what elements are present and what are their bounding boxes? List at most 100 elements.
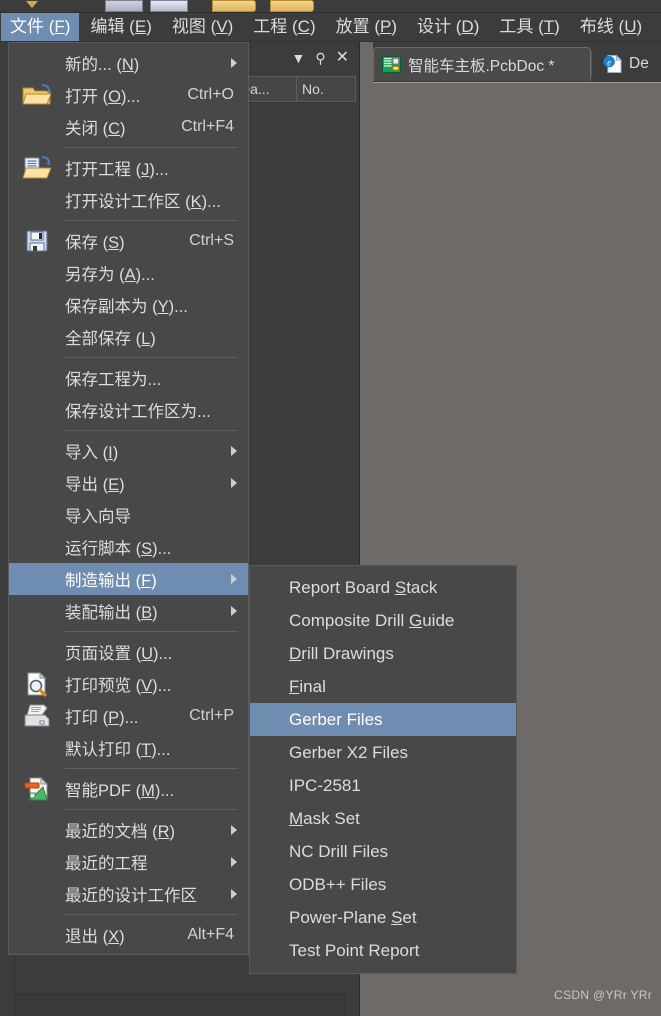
document-tab-pcb[interactable]: 智能车主板.PcbDoc *	[373, 47, 591, 81]
panel-footer	[14, 994, 346, 1016]
file-menu-item[interactable]: 最近的设计工作区	[9, 878, 248, 910]
file-menu-item[interactable]: 打开设计工作区 (K)...	[9, 184, 248, 216]
panel-titlebar: ▼ ⚲ ✕	[249, 42, 359, 74]
file-menu-item-label: 打开 (O)...	[65, 88, 141, 106]
fabrication-submenu-item-label: NC Drill Files	[289, 841, 389, 861]
file-menu-item-label: 最近的工程	[65, 855, 148, 873]
file-menu-item[interactable]: 运行脚本 (S)...	[9, 531, 248, 563]
file-menu-item-label: 打开工程 (J)...	[65, 161, 169, 179]
internet-explorer-icon: e	[603, 54, 622, 74]
file-menu-item[interactable]: 导出 (E)	[9, 467, 248, 499]
fabrication-submenu-item[interactable]: IPC-2581	[250, 769, 516, 802]
file-menu-item[interactable]: 保存设计工作区为...	[9, 394, 248, 426]
print-preview-icon	[17, 670, 57, 698]
file-menu-item-label: 保存 (S)	[65, 234, 125, 252]
fabrication-submenu-item-label: Composite Drill Guide	[289, 610, 455, 630]
menu-tools[interactable]: 工具 (T)	[490, 13, 568, 41]
file-menu-item[interactable]: 默认打印 (T)...	[9, 732, 248, 764]
file-menu-item[interactable]: 新的... (N)	[9, 47, 248, 79]
file-menu-item-label: 关闭 (C)	[65, 120, 126, 138]
file-menu-item-label: 保存副本为 (Y)...	[65, 298, 188, 316]
file-menu-item-label: 退出 (X)	[65, 928, 125, 946]
open-folder-icon[interactable]	[270, 0, 314, 12]
file-menu-item[interactable]: 打开 (O)... Ctrl+O	[9, 79, 248, 111]
file-menu-dropdown: 新的... (N) 打开 (O)... Ctrl+O 关闭 (C) Ctrl+F4 打开工…	[8, 42, 249, 955]
fabrication-submenu-item[interactable]: Final	[250, 670, 516, 703]
fabrication-submenu-item[interactable]: Power-Plane Set	[250, 901, 516, 934]
menu-report-clipped[interactable]: 报	[653, 13, 661, 41]
application-window: 文件 (F) 编辑 (E) 视图 (V) 工程 (C) 放置 (P) 设计 (D) 工具 (…	[0, 0, 661, 1016]
file-menu-item[interactable]: 页面设置 (U)...	[9, 636, 248, 668]
open-folder-icon[interactable]	[212, 0, 256, 12]
file-menu-item[interactable]: 最近的工程	[9, 846, 248, 878]
panel-column-header[interactable]: No.	[297, 77, 355, 101]
document-tab-label: De	[629, 55, 649, 72]
file-menu-item[interactable]: 打印预览 (V)...	[9, 668, 248, 700]
menu-edit[interactable]: 编辑 (E)	[81, 13, 160, 41]
menu-design[interactable]: 设计 (D)	[408, 13, 488, 41]
menu-file[interactable]: 文件 (F)	[1, 13, 80, 41]
fabrication-submenu-item[interactable]: Gerber Files	[250, 703, 516, 736]
file-menu-item[interactable]: 智能PDF (M)...	[9, 773, 248, 805]
file-menu-item[interactable]: 全部保存 (L)	[9, 321, 248, 353]
toolbar-strip	[0, 0, 661, 13]
file-menu-item[interactable]: 关闭 (C) Ctrl+F4	[9, 111, 248, 143]
file-menu-item[interactable]: 保存 (S) Ctrl+S	[9, 225, 248, 257]
fabrication-submenu-item[interactable]: Composite Drill Guide	[250, 604, 516, 637]
menu-separator	[65, 914, 238, 915]
menu-view[interactable]: 视图 (V)	[163, 13, 242, 41]
caret-down-icon[interactable]	[26, 1, 38, 8]
file-menu-item-shortcut: Ctrl+F4	[181, 118, 234, 135]
chevron-down-icon[interactable]: ▼	[291, 51, 305, 65]
file-menu-item-label: 装配输出 (B)	[65, 604, 158, 622]
document-tab-secondary[interactable]: e De	[595, 47, 661, 81]
fabrication-submenu-item-label: Gerber X2 Files	[289, 742, 409, 762]
pcb-icon	[382, 56, 401, 73]
open-folder-icon	[17, 81, 57, 109]
file-menu-item[interactable]: 导入 (I)	[9, 435, 248, 467]
file-menu-item-label: 导出 (E)	[65, 476, 125, 494]
submenu-arrow-icon	[231, 606, 237, 616]
file-menu-item-shortcut: Ctrl+O	[187, 86, 234, 103]
file-menu-item-label: 另存为 (A)...	[65, 266, 155, 284]
file-menu-item[interactable]: 装配输出 (B)	[9, 595, 248, 627]
fabrication-submenu-item[interactable]: ODB++ Files	[250, 868, 516, 901]
close-icon[interactable]: ✕	[336, 50, 349, 66]
file-menu-item-label: 页面设置 (U)...	[65, 645, 173, 663]
file-menu-item-shortcut: Ctrl+S	[189, 232, 234, 249]
menu-place[interactable]: 放置 (P)	[327, 13, 406, 41]
fabrication-submenu-item[interactable]: NC Drill Files	[250, 835, 516, 868]
file-menu-item-label: 保存设计工作区为...	[65, 403, 211, 421]
document-tab-label: 智能车主板.PcbDoc *	[408, 57, 555, 75]
file-menu-item[interactable]: 保存工程为...	[9, 362, 248, 394]
fabrication-submenu-item-label: Final	[289, 676, 326, 696]
file-menu-item[interactable]: 退出 (X) Alt+F4	[9, 919, 248, 951]
open-project-icon	[17, 154, 57, 182]
menu-route[interactable]: 布线 (U)	[571, 13, 651, 41]
file-menu-item[interactable]: 制造输出 (F)	[9, 563, 248, 595]
fabrication-submenu-item[interactable]: Drill Drawings	[250, 637, 516, 670]
file-menu-item-shortcut: Ctrl+P	[189, 707, 234, 724]
menu-project[interactable]: 工程 (C)	[244, 13, 324, 41]
submenu-arrow-icon	[231, 857, 237, 867]
file-menu-item[interactable]: 导入向导	[9, 499, 248, 531]
file-menu-item-label: 新的... (N)	[65, 56, 140, 74]
file-menu-item[interactable]: 打开工程 (J)...	[9, 152, 248, 184]
fabrication-submenu-item[interactable]: Gerber X2 Files	[250, 736, 516, 769]
file-menu-item[interactable]: 最近的文档 (R)	[9, 814, 248, 846]
submenu-arrow-icon	[231, 574, 237, 584]
file-menu-item[interactable]: 保存副本为 (Y)...	[9, 289, 248, 321]
file-menu-item-label: 制造输出 (F)	[65, 572, 157, 590]
document-icon[interactable]	[150, 0, 188, 12]
file-menu-item-label: 智能PDF (M)...	[65, 782, 175, 800]
file-menu-item-label: 全部保存 (L)	[65, 330, 156, 348]
pin-icon[interactable]: ⚲	[315, 51, 325, 65]
fabrication-submenu-item[interactable]: Report Board Stack	[250, 571, 516, 604]
file-menu-item[interactable]: 打印 (P)... Ctrl+P	[9, 700, 248, 732]
menu-separator	[65, 220, 238, 221]
fabrication-submenu-item[interactable]: Test Point Report	[250, 934, 516, 967]
document-icon[interactable]	[105, 0, 143, 12]
fabrication-submenu-item[interactable]: Mask Set	[250, 802, 516, 835]
fabrication-submenu-item-label: Report Board Stack	[289, 577, 438, 597]
file-menu-item[interactable]: 另存为 (A)...	[9, 257, 248, 289]
